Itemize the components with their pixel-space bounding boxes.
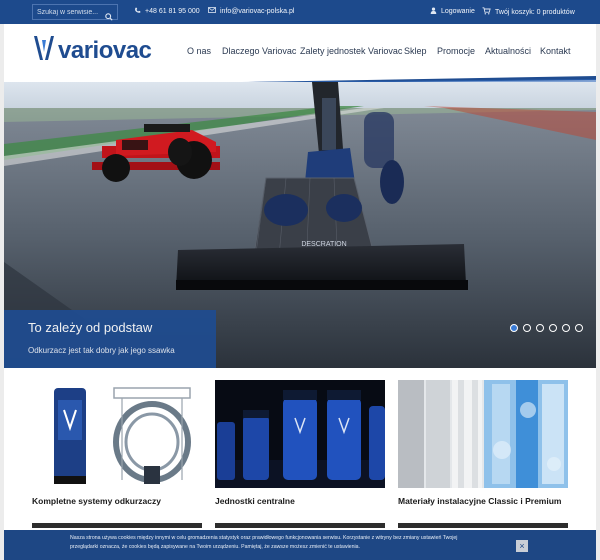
- cart-link[interactable]: Twój koszyk: 0 produktów: [482, 7, 575, 17]
- card-row2-edge: [32, 523, 202, 528]
- phone-contact[interactable]: +48 61 81 95 000: [134, 7, 200, 16]
- logo-text: variovac: [58, 36, 152, 64]
- nav-dlaczego-variovac[interactable]: Dlaczego Variovac: [222, 46, 296, 56]
- slider-dot-3[interactable]: [536, 324, 544, 332]
- slider-dot-5[interactable]: [562, 324, 570, 332]
- envelope-icon: [208, 7, 216, 15]
- category-image-installation[interactable]: [398, 380, 568, 488]
- search-input[interactable]: [37, 6, 101, 18]
- nav-sklep[interactable]: Sklep: [404, 46, 427, 56]
- card-row2-edge: [215, 523, 385, 528]
- variovac-logo[interactable]: variovac: [33, 34, 152, 67]
- site-header: variovac O nas Dlaczego Variovac Zalety …: [4, 24, 596, 82]
- nav-o-nas[interactable]: O nas: [187, 46, 211, 56]
- card-row2-edge: [398, 523, 568, 528]
- top-bar: +48 61 81 95 000 info@variovac-polska.pl…: [0, 0, 600, 24]
- cart-label: Twój koszyk: 0 produktów: [495, 8, 575, 16]
- nav-promocje[interactable]: Promocje: [437, 46, 475, 56]
- hero-slider[interactable]: DESCRATION To zależy od podstaw Odkurzac…: [4, 82, 596, 368]
- login-label: Logowanie: [441, 8, 475, 15]
- category-image-central-units[interactable]: [215, 380, 385, 488]
- category-card-central-units[interactable]: Jednostki centralne: [215, 380, 385, 506]
- slider-dot-2[interactable]: [523, 324, 531, 332]
- phone-icon: [134, 7, 141, 16]
- hero-subtitle: Odkurzacz jest tak dobry jak jego ssawka: [28, 346, 175, 355]
- logo-mark-icon: [33, 34, 55, 67]
- slider-dots: [510, 324, 583, 332]
- cookie-banner: Nasza strona używa cookies między innymi…: [4, 530, 596, 560]
- nav-kontakt[interactable]: Kontakt: [540, 46, 571, 56]
- category-title-systems[interactable]: Kompletne systemy odkurzaczy: [32, 496, 202, 506]
- search-box[interactable]: [32, 4, 118, 21]
- email-contact[interactable]: info@variovac-polska.pl: [208, 7, 294, 15]
- phone-number: +48 61 81 95 000: [145, 8, 200, 15]
- slider-dot-6[interactable]: [575, 324, 583, 332]
- cookie-close-button[interactable]: ×: [516, 540, 528, 552]
- slider-dot-4[interactable]: [549, 324, 557, 332]
- hero-caption: To zależy od podstaw Odkurzacz jest tak …: [4, 310, 216, 368]
- nozzle-label: DESCRATION: [301, 241, 346, 248]
- category-title-installation[interactable]: Materiały instalacyjne Classic i Premium: [398, 496, 568, 506]
- user-icon: [430, 7, 437, 16]
- cookie-message: Nasza strona używa cookies między innymi…: [70, 534, 510, 552]
- cart-icon: [482, 7, 491, 17]
- email-address: info@variovac-polska.pl: [220, 7, 295, 15]
- nav-zalety-jednostek[interactable]: Zalety jednostek Variovac: [300, 46, 402, 56]
- hero-title: To zależy od podstaw: [28, 320, 153, 335]
- slider-dot-1[interactable]: [510, 324, 518, 332]
- category-card-systems[interactable]: Kompletne systemy odkurzaczy: [32, 380, 202, 506]
- category-card-installation[interactable]: Materiały instalacyjne Classic i Premium: [398, 380, 568, 506]
- login-link[interactable]: Logowanie: [430, 7, 475, 16]
- cookie-message-line: Nasza strona używa cookies między innymi…: [70, 535, 458, 541]
- cookie-message-line: przeglądarki oznacza, że cookies będą za…: [70, 544, 360, 550]
- nav-aktualnosci[interactable]: Aktualności: [485, 46, 531, 56]
- category-image-systems[interactable]: [32, 380, 202, 488]
- category-title-central-units[interactable]: Jednostki centralne: [215, 496, 385, 506]
